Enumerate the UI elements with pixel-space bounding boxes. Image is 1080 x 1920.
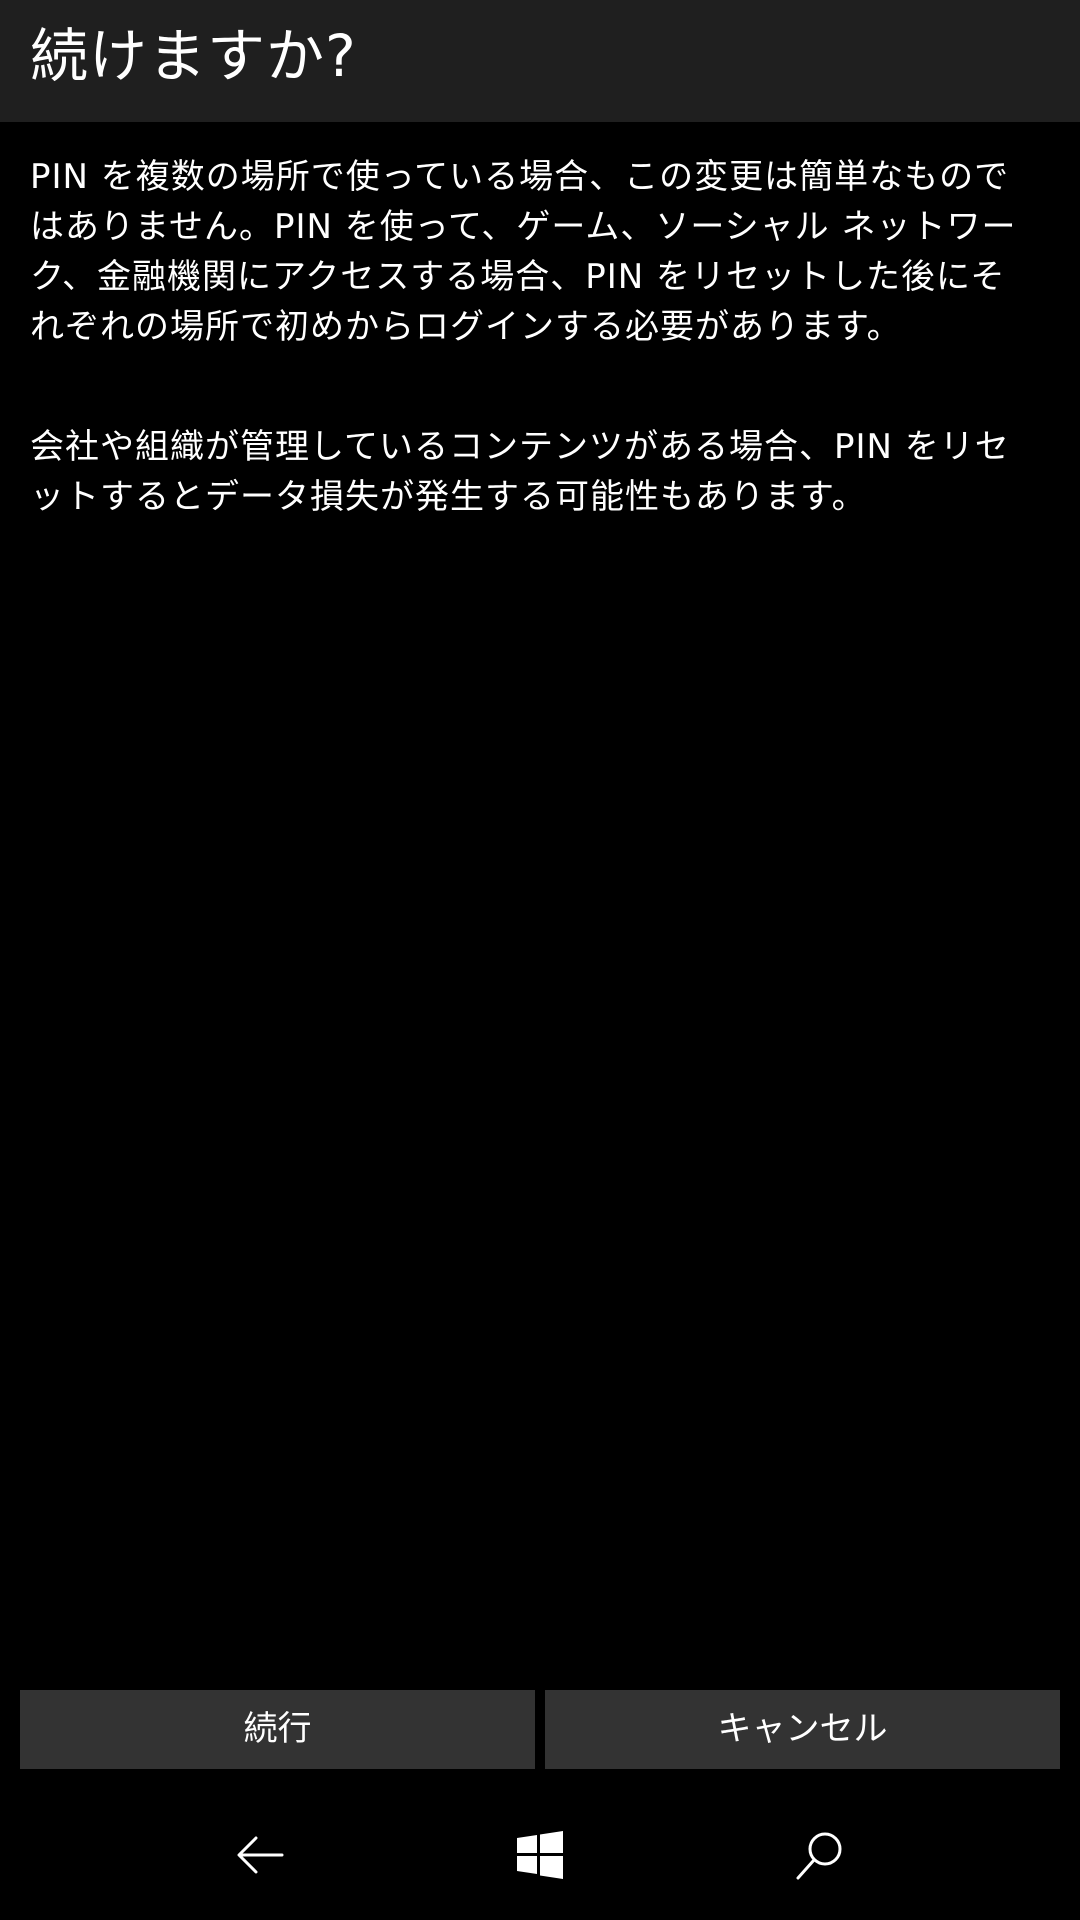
start-button[interactable] xyxy=(500,1815,580,1895)
back-arrow-icon xyxy=(237,1836,284,1874)
cancel-button[interactable]: キャンセル xyxy=(545,1690,1060,1769)
dialog-header: 続けますか? xyxy=(0,0,1080,122)
warning-paragraph-data-loss: 会社や組織が管理しているコンテンツがある場合、PIN をリセットするとデータ損失… xyxy=(30,427,1010,517)
navigation-bar xyxy=(0,1790,1080,1920)
dialog-body: PIN を複数の場所で使っている場合、この変更は簡単なものではありません。PIN… xyxy=(30,152,1040,592)
continue-button[interactable]: 続行 xyxy=(20,1690,535,1769)
search-button[interactable] xyxy=(780,1815,860,1895)
dialog-button-bar: 続行 キャンセル xyxy=(20,1690,1060,1769)
windows-logo-icon xyxy=(517,1831,563,1879)
warning-paragraph-multiple-places: PIN を複数の場所で使っている場合、この変更は簡単なものではありません。PIN… xyxy=(30,157,1017,347)
back-button[interactable] xyxy=(220,1815,300,1895)
search-icon xyxy=(796,1832,842,1880)
dialog-title: 続けますか? xyxy=(30,22,357,90)
